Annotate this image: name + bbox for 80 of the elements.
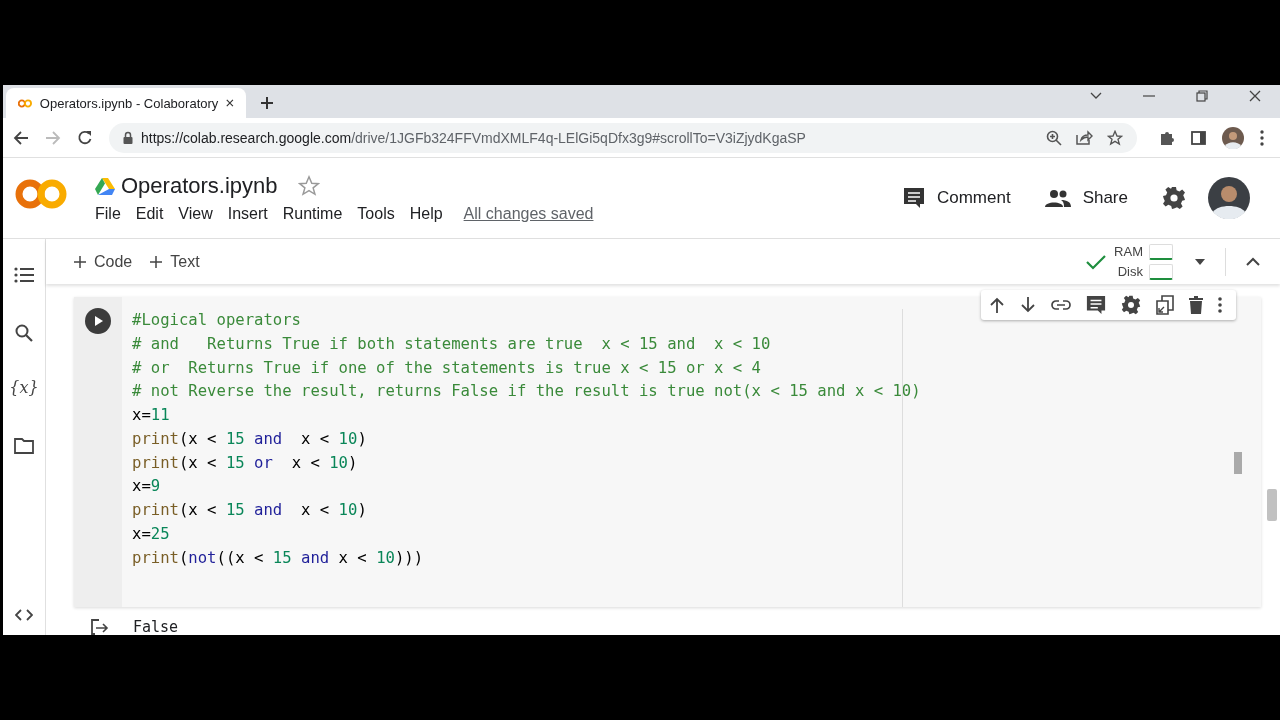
scrollbar-thumb[interactable]	[1234, 452, 1242, 474]
avatar-icon[interactable]	[1208, 177, 1250, 219]
add-cell-button[interactable]: Code	[68, 248, 139, 275]
code-line: print(x < 15 or x < 10)	[132, 452, 359, 474]
code-line: #Logical operators	[132, 310, 302, 331]
output-icon[interactable]	[91, 619, 109, 635]
code-line: print(x < 15 and x < 10)	[132, 428, 368, 450]
minimize-icon[interactable]	[1143, 94, 1155, 97]
gear-icon[interactable]	[1121, 295, 1141, 315]
resource-label: Disk	[1117, 264, 1143, 279]
people-icon	[1044, 189, 1071, 207]
code-line: # and Returns True if both statements are true x < 15 and x < 10	[132, 333, 772, 355]
mirror-cell-icon[interactable]	[1156, 295, 1174, 315]
variables-icon[interactable]: {x}	[9, 378, 39, 397]
more-icon[interactable]	[1218, 297, 1222, 313]
menu-icon[interactable]	[1260, 129, 1264, 146]
close-icon[interactable]	[1249, 89, 1261, 102]
comment-icon	[902, 187, 925, 209]
code-line: print(not((x < 15 and x < 10)))	[132, 547, 425, 569]
delete-icon[interactable]	[1189, 296, 1203, 314]
colab-logo-icon[interactable]	[15, 178, 67, 210]
share-icon[interactable]	[1076, 130, 1093, 145]
cell-output: False	[133, 618, 179, 635]
chevron-up-icon[interactable]	[1246, 257, 1260, 266]
caret-icon[interactable]	[1195, 258, 1205, 265]
save-status-link[interactable]: All changes saved	[463, 205, 594, 223]
arrow-down-icon[interactable]	[1020, 297, 1036, 313]
code-line: print(x < 15 and x < 10)	[132, 500, 368, 521]
menu-item[interactable]: File	[95, 205, 121, 223]
url-text: https://colab.research.google.com/drive/1JGFb324FFVmdXMLF4q-LElGi5qDfx3g9#scrollTo=V3iZjydKgaSP	[141, 129, 806, 146]
code-cell[interactable]	[74, 297, 1261, 607]
usage-meter	[1149, 243, 1173, 260]
colab-logo-icon	[18, 97, 32, 109]
new-tab-icon[interactable]	[260, 96, 274, 110]
plus-icon	[74, 255, 86, 268]
resource-label: RAM	[1114, 244, 1143, 259]
folder-icon[interactable]	[14, 438, 34, 454]
menu-item[interactable]: View	[178, 205, 213, 223]
zoom-icon[interactable]	[1046, 129, 1062, 146]
run-button[interactable]	[85, 308, 111, 334]
code-line: x=25	[132, 523, 171, 545]
plus-icon	[150, 255, 163, 268]
avatar-icon[interactable]	[1222, 126, 1244, 149]
share-button[interactable]: Share	[1044, 188, 1128, 208]
menu-item[interactable]: Tools	[357, 205, 395, 223]
comment-icon[interactable]	[1086, 295, 1106, 315]
code-line: # or Returns True if one of the statements is true x < 15 or x < 4	[132, 357, 762, 379]
side-panel-icon[interactable]	[1191, 130, 1206, 145]
add-cell-button[interactable]: Text	[144, 248, 206, 275]
drive-icon	[95, 177, 115, 195]
table-of-contents-icon[interactable]	[14, 267, 34, 283]
resources-button[interactable]: RAM Disk	[1114, 243, 1173, 280]
scrollbar-thumb[interactable]	[1267, 489, 1277, 521]
arrow-up-icon[interactable]	[989, 297, 1005, 313]
chevron-down-icon[interactable]	[1090, 91, 1102, 100]
usage-meter	[1149, 263, 1173, 280]
puzzle-icon[interactable]	[1159, 129, 1175, 146]
link-icon[interactable]	[1051, 300, 1071, 310]
reload-icon[interactable]	[77, 129, 93, 146]
code-line: x=11	[132, 405, 171, 426]
browser-tab[interactable]: Operators.ipynb - Colaboratory	[6, 88, 246, 118]
lock-icon	[123, 131, 133, 144]
menu-item[interactable]: Insert	[227, 205, 268, 223]
menu-item[interactable]: Edit	[135, 205, 164, 223]
notebook-title[interactable]: Operators.ipynb	[121, 173, 278, 199]
tab-title: Operators.ipynb - Colaboratory	[39, 95, 219, 111]
star-icon[interactable]	[297, 175, 320, 197]
comment-button[interactable]: Comment	[902, 187, 1011, 209]
code-line: # not Reverse the result, returns False if the result is true not(x < 15 and x < 10)	[132, 381, 921, 403]
star-icon[interactable]	[1107, 129, 1123, 146]
code-snippets-icon[interactable]	[15, 609, 33, 621]
url-field[interactable]: https://colab.research.google.com/drive/1JGFb324FFVmdXMLF4q-LElGi5qDfx3g9#scrollTo=V3iZjydKgaSP	[109, 122, 1137, 153]
restore-icon[interactable]	[1196, 89, 1208, 102]
menu-item[interactable]: Help	[409, 205, 443, 223]
menu-item[interactable]: Runtime	[282, 205, 343, 223]
back-icon[interactable]	[13, 129, 29, 146]
search-icon[interactable]	[15, 324, 33, 342]
settings-icon[interactable]	[1162, 186, 1186, 210]
close-icon[interactable]	[226, 98, 234, 108]
code-line: x=9	[132, 476, 162, 498]
